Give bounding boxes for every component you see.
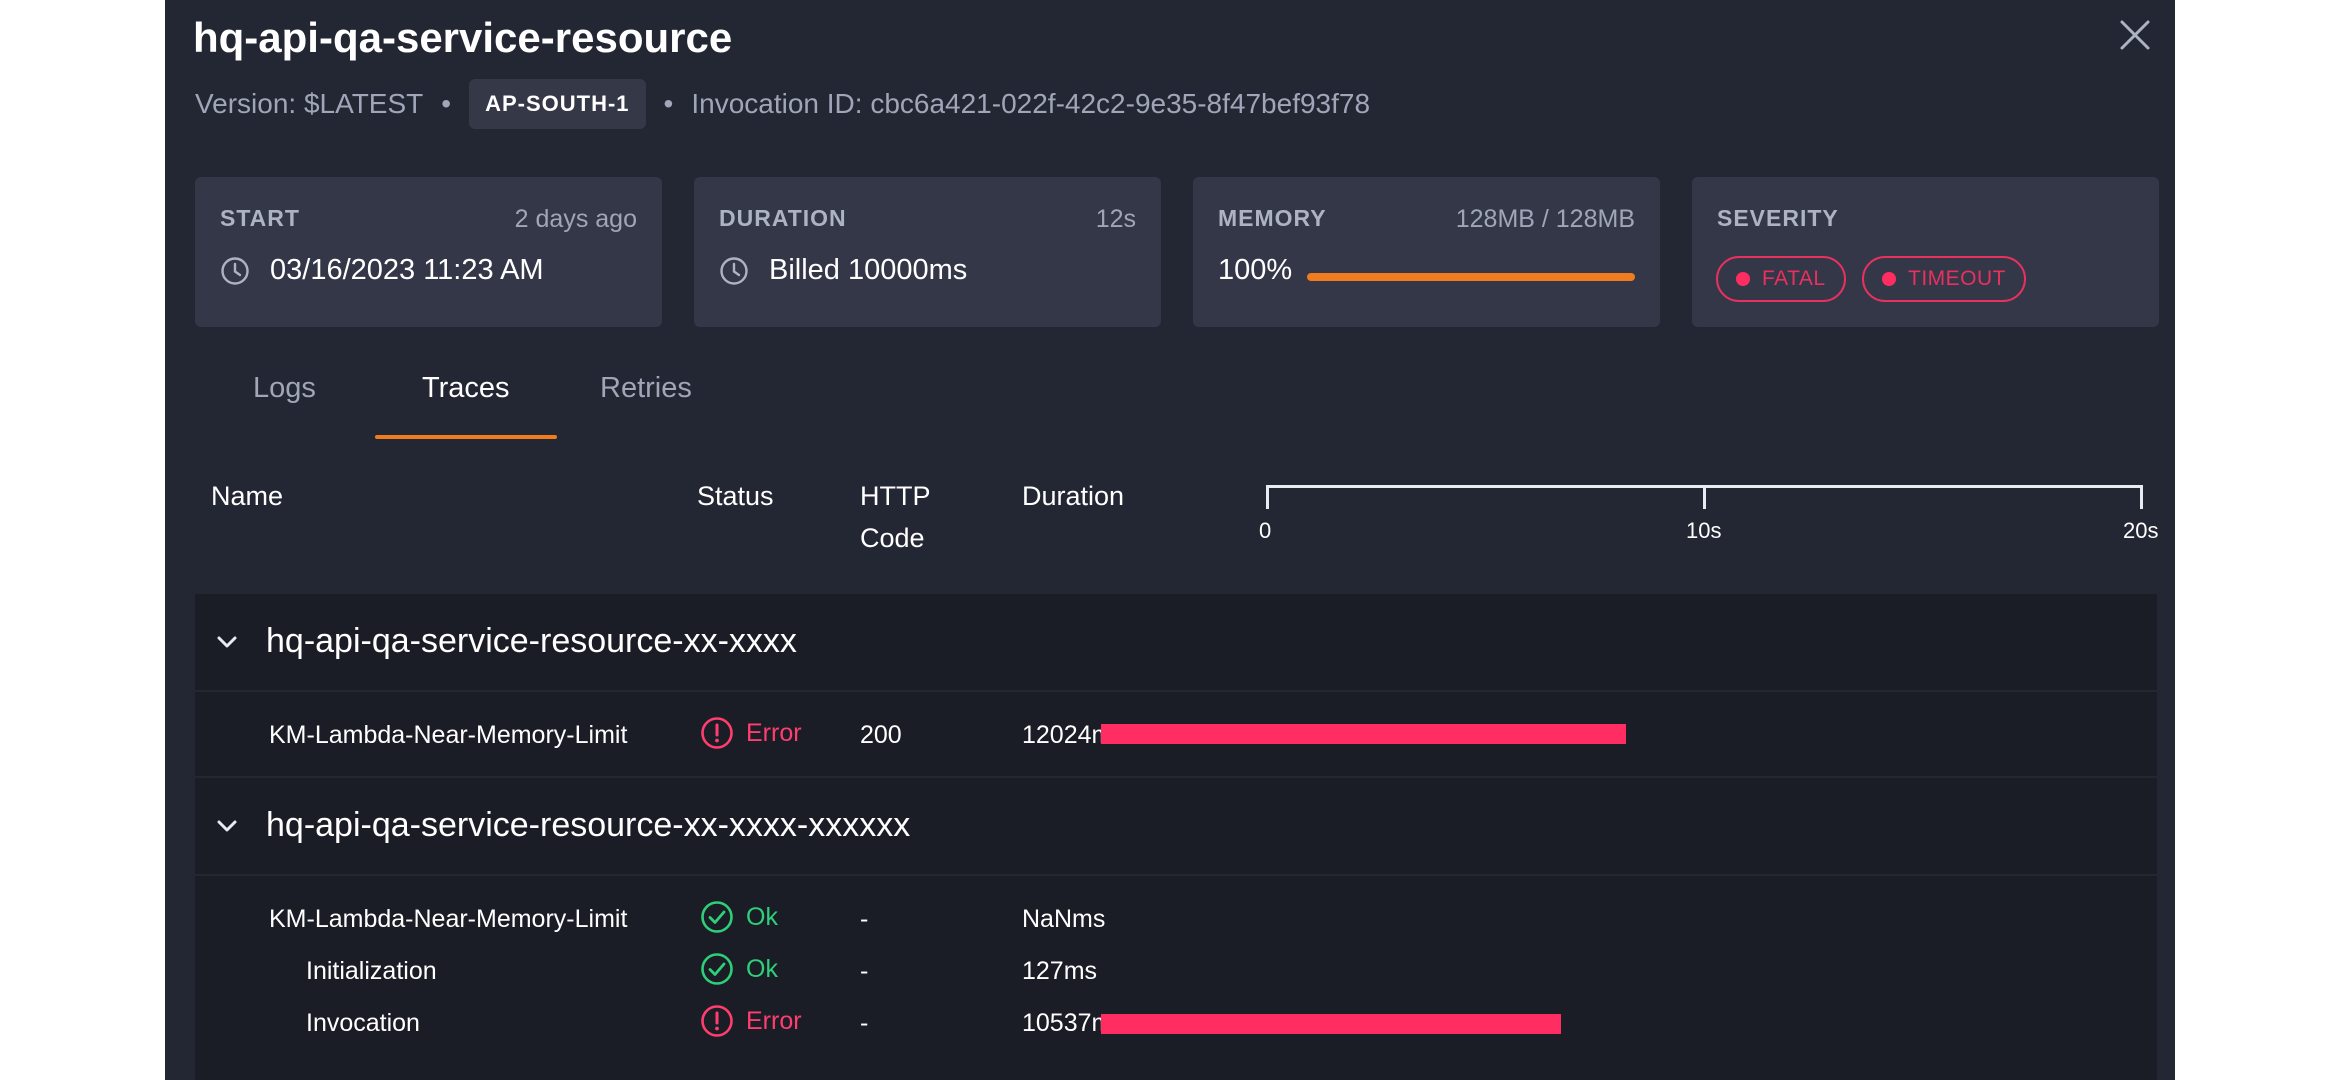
status-label: Error <box>746 718 802 747</box>
memory-progress-bar <box>1307 273 1635 281</box>
axis-tick-label: 10s <box>1686 518 1722 543</box>
duration-total: 12s <box>1095 205 1136 233</box>
severity-badge-timeout: TIMEOUT <box>1862 256 2026 302</box>
card-label: DURATION <box>719 205 847 231</box>
severity-badge-fatal: FATAL <box>1716 256 1846 302</box>
check-circle-icon <box>701 901 733 933</box>
badge-label: TIMEOUT <box>1908 267 2006 290</box>
dot-icon <box>1736 272 1750 286</box>
http-code: - <box>860 1009 869 1037</box>
status-ok: Ok <box>700 900 778 934</box>
timeline-bar <box>1101 724 1627 744</box>
span-name: KM-Lambda-Near-Memory-Limit <box>269 905 628 933</box>
severity-card: SEVERITY FATAL TIMEOUT <box>1692 177 2159 327</box>
close-icon[interactable] <box>2118 18 2152 52</box>
timeline-bar <box>1101 1014 1562 1034</box>
span-duration: NaNms <box>1022 905 1106 933</box>
trace-group: hq-api-qa-service-resource-xx-xxxx KM-La… <box>195 594 2157 776</box>
clock-icon <box>221 256 249 285</box>
memory-usage: 128MB / 128MB <box>1455 205 1635 233</box>
trace-group: hq-api-qa-service-resource-xx-xxxx-xxxxx… <box>195 778 2157 1080</box>
memory-card: MEMORY 128MB / 128MB 100% <box>1193 177 1660 327</box>
duration-card: DURATION 12s Billed 10000ms <box>694 177 1161 327</box>
group-title: hq-api-qa-service-resource-xx-xxxx-xxxxx… <box>266 806 911 844</box>
relative-time: 2 days ago <box>514 205 637 233</box>
separator-dot: • <box>663 88 674 119</box>
start-value: 03/16/2023 11:23 AM <box>220 254 544 287</box>
version-text: Version: $LATEST <box>195 88 424 119</box>
axis-tick-label: 0 <box>1259 518 1272 543</box>
trace-detail-panel: hq-api-qa-service-resource Version: $LAT… <box>165 0 2175 1080</box>
chevron-down-icon[interactable] <box>213 812 241 840</box>
status-label: Ok <box>746 902 778 931</box>
span-name: KM-Lambda-Near-Memory-Limit <box>269 721 628 749</box>
error-icon <box>701 717 733 749</box>
group-header[interactable]: hq-api-qa-service-resource-xx-xxxx <box>195 594 2157 692</box>
memory-percent: 100% <box>1218 254 1293 286</box>
span-name: Initialization <box>306 957 437 985</box>
card-label: SEVERITY <box>1717 205 1839 231</box>
status-ok: Ok <box>700 952 778 986</box>
billed-duration: Billed 10000ms <box>769 254 968 286</box>
check-circle-icon <box>701 953 733 985</box>
clock-icon <box>720 256 748 285</box>
start-card: START 2 days ago 03/16/2023 11:23 AM <box>195 177 662 327</box>
tab-logs[interactable]: Logs <box>253 372 316 405</box>
axis-tick-label: 20s <box>2123 518 2159 543</box>
region-badge: AP-SOUTH-1 <box>469 79 646 129</box>
badge-label: FATAL <box>1762 267 1826 290</box>
http-code: - <box>860 905 869 933</box>
tab-traces[interactable]: Traces <box>422 372 510 405</box>
group-header[interactable]: hq-api-qa-service-resource-xx-xxxx-xxxxx… <box>195 778 2157 876</box>
column-header-duration: Duration <box>1022 481 1125 511</box>
span-duration: 127ms <box>1022 957 1098 985</box>
chevron-down-icon[interactable] <box>213 628 241 656</box>
page-title: hq-api-qa-service-resource <box>193 14 733 61</box>
tab-retries[interactable]: Retries <box>600 372 692 405</box>
status-error: Error <box>700 1004 802 1038</box>
card-label: START <box>220 205 300 231</box>
header-line: Code <box>860 523 925 553</box>
active-tab-indicator <box>375 435 557 439</box>
duration-value: Billed 10000ms <box>719 254 967 287</box>
error-icon <box>701 1005 733 1037</box>
meta-row: Version: $LATEST • AP-SOUTH-1 • Invocati… <box>195 78 1370 130</box>
http-code: 200 <box>860 721 902 749</box>
http-code: - <box>860 957 869 985</box>
start-time: 03/16/2023 11:23 AM <box>270 254 544 286</box>
header-line: HTTP <box>860 481 931 511</box>
axis-tick <box>1703 485 1706 509</box>
separator-dot: • <box>441 88 452 119</box>
column-header-status: Status <box>697 481 774 511</box>
status-error: Error <box>700 716 802 750</box>
dot-icon <box>1882 272 1896 286</box>
status-label: Ok <box>746 954 778 983</box>
invocation-id: Invocation ID: cbc6a421-022f-42c2-9e35-8… <box>691 88 1371 119</box>
axis-tick <box>1266 485 1269 509</box>
axis-tick <box>2140 485 2143 509</box>
span-name: Invocation <box>306 1009 420 1037</box>
timeline-axis <box>1266 482 2146 512</box>
column-header-http-code: HTTP Code <box>860 475 931 559</box>
column-header-name: Name <box>211 481 284 511</box>
group-title: hq-api-qa-service-resource-xx-xxxx <box>266 622 797 660</box>
card-label: MEMORY <box>1218 205 1327 231</box>
status-label: Error <box>746 1006 802 1035</box>
